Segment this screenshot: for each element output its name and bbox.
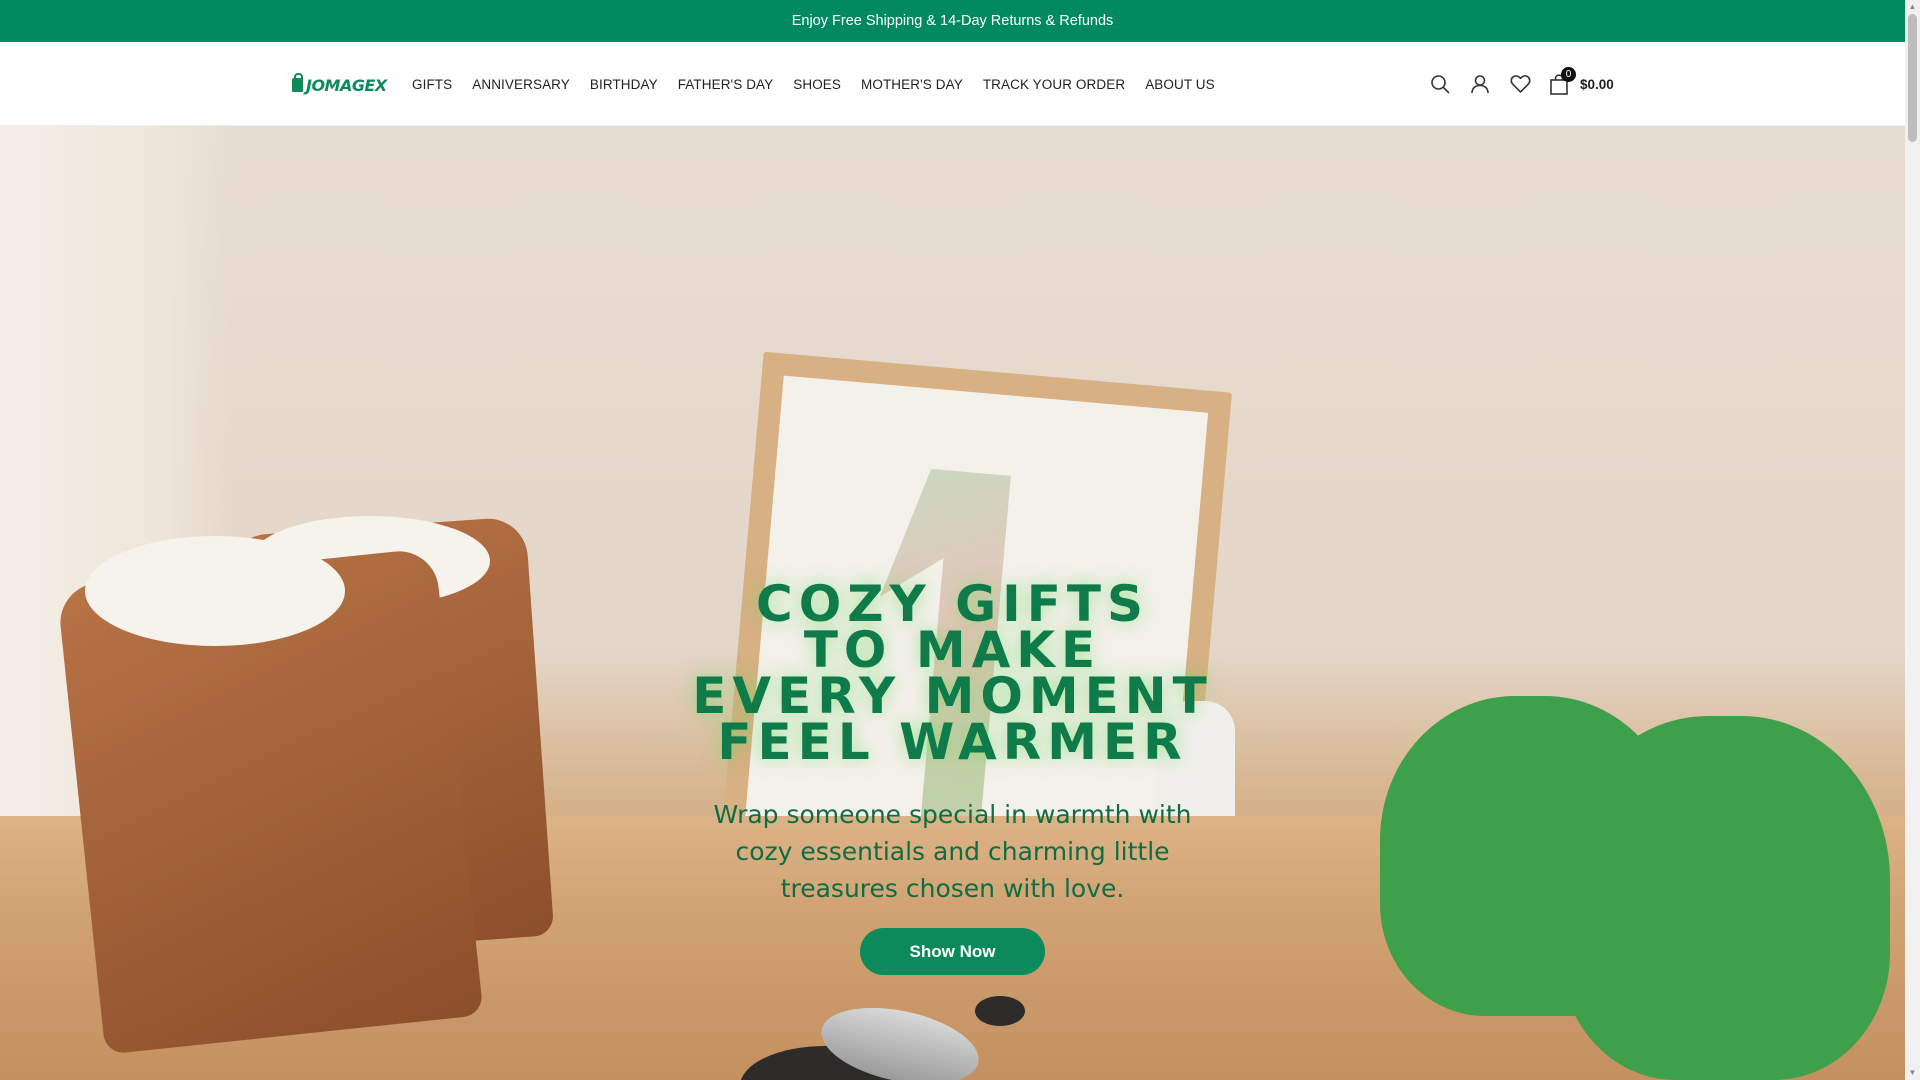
account-button[interactable] xyxy=(1460,64,1500,104)
cart-button[interactable]: 0 $0.00 xyxy=(1544,67,1614,99)
search-button[interactable] xyxy=(1420,64,1460,104)
nav-item-fathers-day[interactable]: FATHER'S DAY xyxy=(678,77,774,92)
hero-banner: Cozy Gifts to Make Every Moment Feel War… xyxy=(0,126,1905,1080)
brand-logo[interactable]: JOMAGEX xyxy=(292,73,387,95)
header-tools: 0 $0.00 xyxy=(1420,42,1614,126)
nav-item-anniversary[interactable]: ANNIVERSARY xyxy=(472,77,570,92)
shopping-bag-logo-icon xyxy=(292,73,303,92)
nav-item-shoes[interactable]: SHOES xyxy=(793,77,841,92)
nav-item-about-us[interactable]: ABOUT US xyxy=(1145,77,1215,92)
scrollbar-thumb[interactable] xyxy=(1908,14,1917,142)
site-header: JOMAGEX GIFTS ANNIVERSARY BIRTHDAY FATHE… xyxy=(0,42,1905,126)
brand-logo-text: JOMAGEX xyxy=(306,75,387,95)
hero-title: Cozy Gifts to Make Every Moment Feel War… xyxy=(0,579,1905,771)
cart-total: $0.00 xyxy=(1580,76,1614,92)
hero-subtitle: Wrap someone special in warmth with cozy… xyxy=(713,800,1192,903)
user-icon xyxy=(1471,75,1489,94)
heart-icon xyxy=(1509,75,1531,93)
hero-title-line: Feel Warmer xyxy=(717,713,1188,771)
cart-count-badge: 0 xyxy=(1561,67,1576,82)
main-nav: GIFTS ANNIVERSARY BIRTHDAY FATHER'S DAY … xyxy=(412,42,1235,126)
page-scrollbar[interactable]: ▲ ▼ xyxy=(1905,0,1920,1080)
hero-croc-slipper-front xyxy=(1560,716,1890,1080)
nav-item-birthday[interactable]: BIRTHDAY xyxy=(590,77,658,92)
nav-item-gifts[interactable]: GIFTS xyxy=(412,77,452,92)
scroll-up-arrow-icon[interactable]: ▲ xyxy=(1908,2,1917,11)
scroll-down-arrow-icon[interactable]: ▼ xyxy=(1908,1068,1917,1077)
announcement-bar: Enjoy Free Shipping & 14-Day Returns & R… xyxy=(0,0,1905,42)
shop-now-button[interactable]: Show Now xyxy=(860,928,1045,975)
nav-item-track-order[interactable]: TRACK YOUR ORDER xyxy=(983,77,1125,92)
search-icon xyxy=(1431,75,1450,94)
announcement-text: Enjoy Free Shipping & 14-Day Returns & R… xyxy=(791,13,1114,29)
wishlist-button[interactable] xyxy=(1500,64,1540,104)
nav-item-mothers-day[interactable]: MOTHER'S DAY xyxy=(861,77,963,92)
